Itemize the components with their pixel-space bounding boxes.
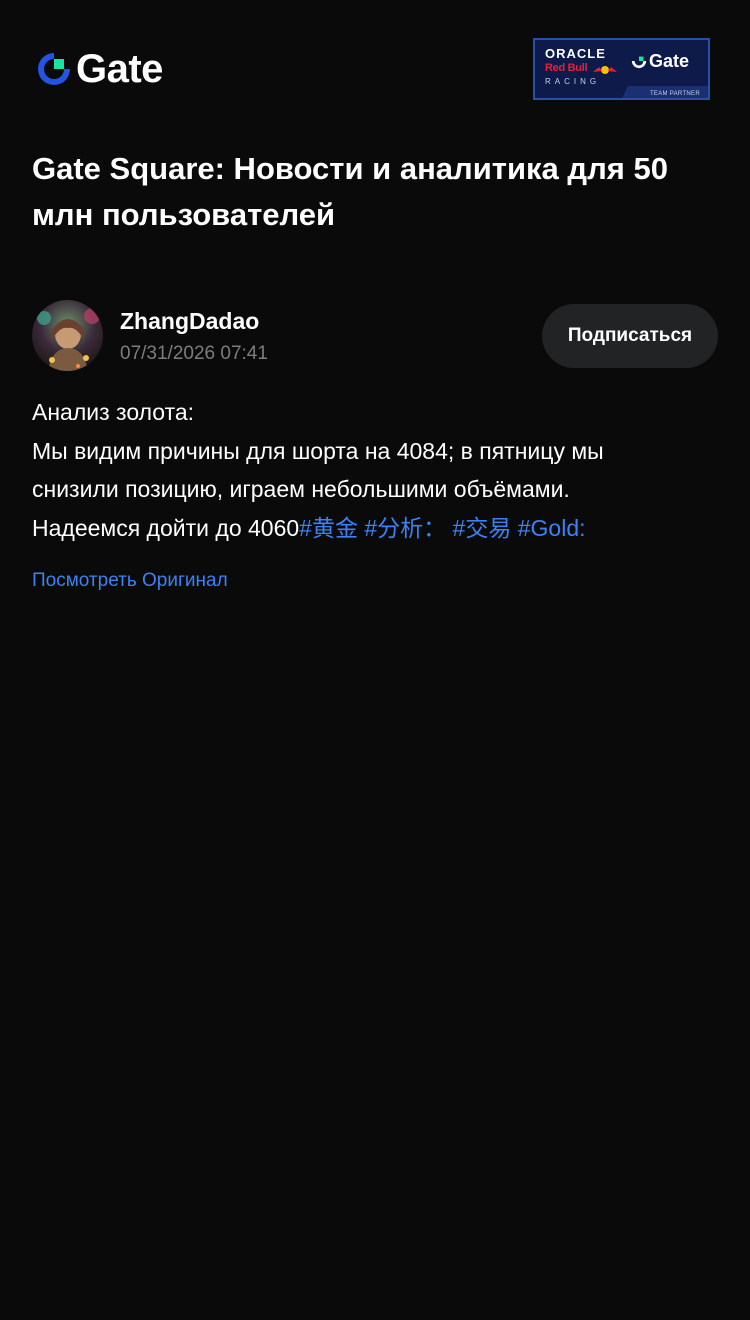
post-text: Надеемся дойти до 4060 [32,514,300,541]
hashtag-link[interactable]: #分析： [364,515,446,541]
post-line-with-hashtags: Надеемся дойти до 4060#黄金 #分析： #交易 #Gold… [32,509,718,548]
gate-logo-icon [631,53,647,69]
follow-button[interactable]: Подписаться [542,304,718,368]
author-name[interactable]: ZhangDadao [120,308,259,334]
partner-gate-logo: Gate [631,52,689,70]
view-original-link[interactable]: Посмотреть Оригинал [32,570,228,592]
post-line: Анализ золота: [32,399,195,425]
hashtag-link[interactable]: #交易 [453,515,512,541]
oracle-redbull-logo: ORACLE Red Bull RACING [541,44,621,94]
redbull-text: Red Bull [545,62,588,74]
avatar[interactable] [32,300,103,371]
team-partner-text: TEAM PARTNER [649,91,700,97]
redbull-icon [593,66,617,74]
gate-logo-icon [38,53,70,85]
partner-gate-text: Gate [649,51,690,71]
racing-text: RACING [545,77,601,86]
post-timestamp: 07/31/2026 07:41 [120,343,268,364]
oracle-text: ORACLE [545,46,606,61]
post-line: Мы видим причины для шорта на 4084; в пя… [32,437,604,464]
post-body: Анализ золота: Мы видим причины для шорт… [32,393,718,547]
page-title: Gate Square: Новости и аналитика для 50 … [32,151,668,232]
logo-text: Gate [76,47,163,91]
page-header: Gate ORACLE Red Bull RACING Gate TEAM PA… [0,0,750,140]
post-line: снизили позицию, играем небольшими объём… [32,476,570,502]
author-row: ZhangDadao 07/31/2026 07:41 Подписаться [32,300,718,372]
avatar-image [32,300,103,371]
hashtag-link[interactable]: #Gold: [518,515,586,541]
gate-logo[interactable]: Gate [36,47,163,91]
team-partner-badge[interactable]: ORACLE Red Bull RACING Gate TEAM PARTNER [533,38,710,100]
hashtag-link[interactable]: #黄金 [299,515,358,541]
